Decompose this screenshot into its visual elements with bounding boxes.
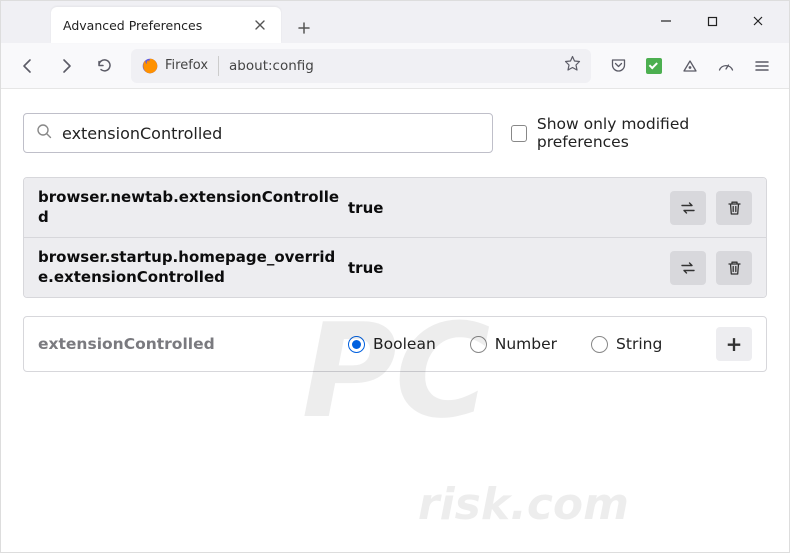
preference-row[interactable]: browser.newtab.extensionControlled true	[24, 178, 766, 237]
performance-icon[interactable]	[709, 49, 743, 83]
identity-label: Firefox	[165, 58, 208, 73]
minimize-button[interactable]	[643, 5, 689, 37]
search-box[interactable]	[23, 113, 493, 153]
radio-icon	[470, 336, 487, 353]
identity-box[interactable]: Firefox	[141, 57, 208, 75]
type-label: Number	[495, 335, 557, 353]
toggle-button[interactable]	[670, 251, 706, 285]
type-string[interactable]: String	[591, 335, 662, 353]
browser-window: Advanced Preferences Firefox about:confi…	[0, 0, 790, 553]
search-input[interactable]	[62, 124, 480, 143]
tab-bar: Advanced Preferences	[1, 1, 789, 43]
preference-row[interactable]: browser.startup.homepage_override.extens…	[24, 237, 766, 297]
maximize-button[interactable]	[689, 5, 735, 37]
reload-button[interactable]	[87, 49, 121, 83]
new-tab-button[interactable]	[289, 13, 319, 43]
checkbox-label: Show only modified preferences	[537, 115, 767, 151]
type-number[interactable]: Number	[470, 335, 557, 353]
radio-icon	[591, 336, 608, 353]
url-bar[interactable]: Firefox about:config	[131, 49, 591, 83]
forward-button[interactable]	[49, 49, 83, 83]
row-actions	[670, 251, 752, 285]
close-window-button[interactable]	[735, 5, 781, 37]
bookmark-star-icon[interactable]	[564, 55, 581, 76]
watermark-small: risk.com	[418, 479, 629, 530]
row-actions	[670, 191, 752, 225]
tab-title: Advanced Preferences	[63, 18, 251, 33]
delete-button[interactable]	[716, 251, 752, 285]
close-tab-icon[interactable]	[251, 16, 269, 34]
type-label: String	[616, 335, 662, 353]
preference-list: browser.newtab.extensionControlled true …	[23, 177, 767, 298]
search-icon	[36, 123, 52, 143]
type-boolean[interactable]: Boolean	[348, 335, 436, 353]
toolbar: Firefox about:config	[1, 43, 789, 89]
type-label: Boolean	[373, 335, 436, 353]
show-modified-checkbox[interactable]: Show only modified preferences	[511, 115, 767, 151]
type-options: Boolean Number String	[348, 335, 716, 353]
delete-button[interactable]	[716, 191, 752, 225]
radio-icon	[348, 336, 365, 353]
preference-value: true	[348, 199, 670, 217]
account-icon[interactable]	[673, 49, 707, 83]
search-row: Show only modified preferences	[23, 113, 767, 153]
firefox-icon	[141, 57, 159, 75]
new-preference-name: extensionControlled	[38, 335, 348, 353]
back-button[interactable]	[11, 49, 45, 83]
new-preference-row: extensionControlled Boolean Number Strin…	[23, 316, 767, 372]
separator	[218, 56, 219, 76]
pocket-icon[interactable]	[601, 49, 635, 83]
preference-value: true	[348, 259, 670, 277]
add-preference-button[interactable]: +	[716, 327, 752, 361]
about-config-content: Show only modified preferences browser.n…	[1, 89, 789, 552]
preference-name: browser.newtab.extensionControlled	[38, 188, 348, 227]
preference-name: browser.startup.homepage_override.extens…	[38, 248, 348, 287]
menu-icon[interactable]	[745, 49, 779, 83]
toggle-button[interactable]	[670, 191, 706, 225]
toolbar-icons	[601, 49, 779, 83]
tab-advanced-preferences[interactable]: Advanced Preferences	[51, 7, 281, 43]
checkbox-icon	[511, 125, 527, 142]
window-controls	[643, 5, 781, 37]
url-text: about:config	[229, 58, 554, 74]
extension-icon[interactable]	[637, 49, 671, 83]
